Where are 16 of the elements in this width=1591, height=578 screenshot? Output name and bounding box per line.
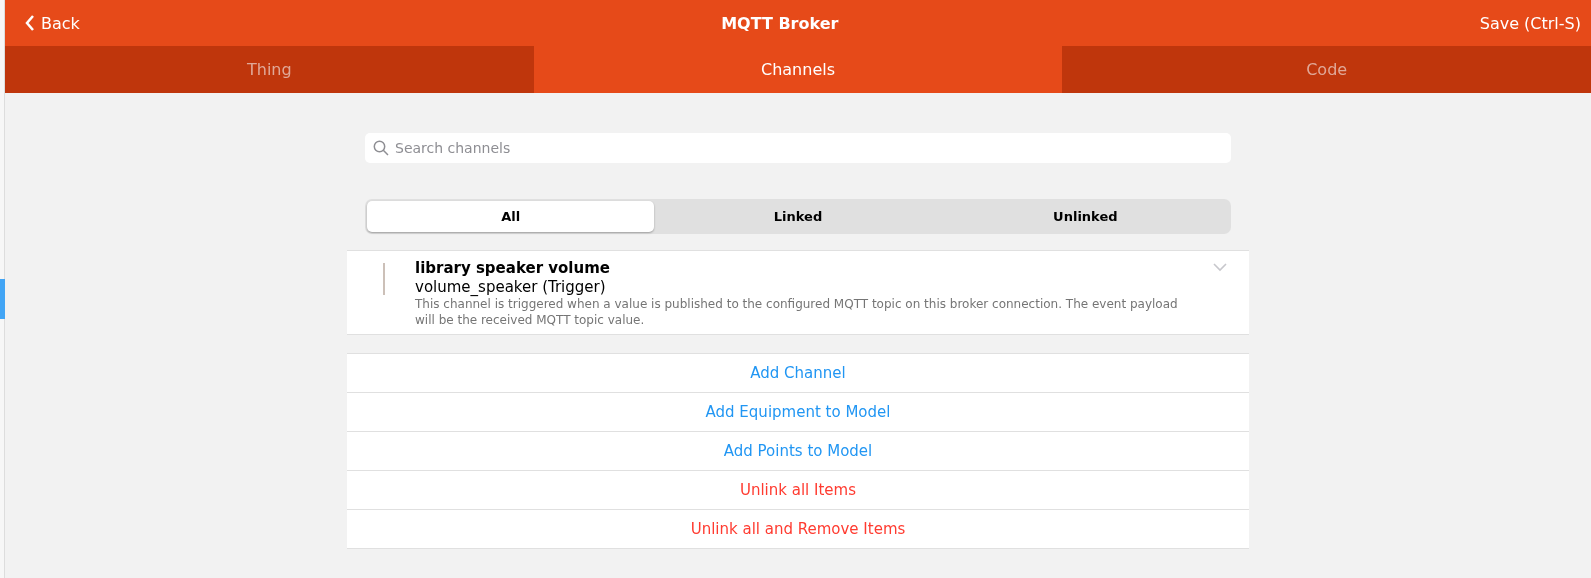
back-button[interactable]: Back [25, 13, 80, 33]
chevron-left-icon [25, 15, 35, 31]
channel-label: library speaker volume [415, 259, 611, 277]
channel-description: This channel is triggered when a value is published to the configured MQTT topic on this broker connection. The event payload will be the received MQTT topic value. [415, 296, 1179, 328]
channel-item[interactable] [347, 250, 1249, 335]
channel-id: volume_speaker (Trigger) [415, 278, 607, 296]
tab[interactable]: Channels [533, 46, 1063, 93]
filter-button[interactable]: Unlinked [941, 201, 1229, 232]
search-icon [373, 140, 389, 156]
save-button[interactable]: Save (Ctrl-S) [1479, 13, 1581, 33]
filter-button[interactable]: All [367, 201, 655, 232]
search-field[interactable]: Search channels [365, 133, 1231, 163]
filter-button[interactable]: Linked [654, 201, 942, 232]
page-title: MQTT Broker [721, 13, 839, 33]
tab[interactable]: Thing [5, 46, 534, 93]
tab[interactable]: Code [1062, 46, 1591, 93]
